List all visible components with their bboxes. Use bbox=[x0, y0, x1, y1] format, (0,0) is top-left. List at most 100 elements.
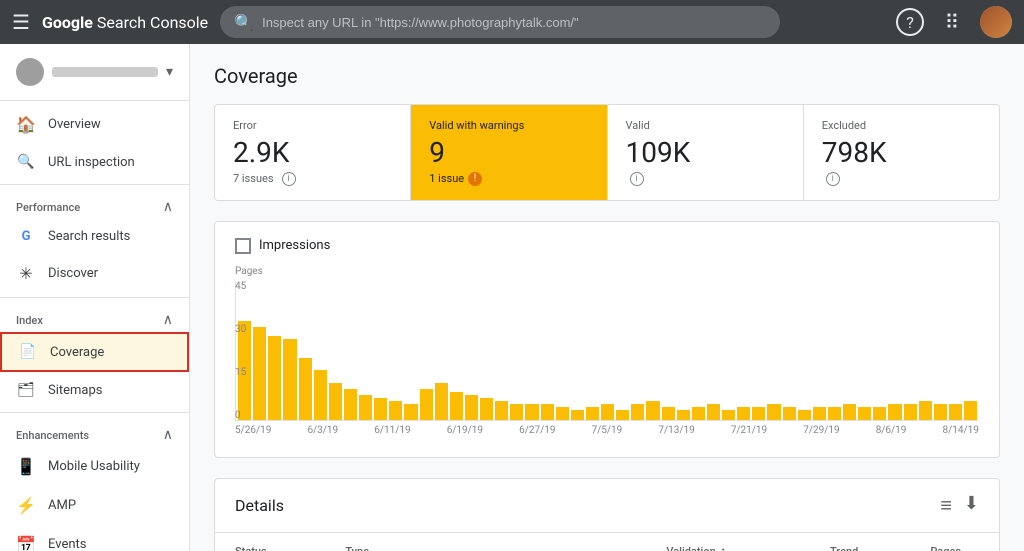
chart-bar[interactable] bbox=[283, 339, 296, 419]
sidebar-item-events[interactable]: 📅 Events bbox=[0, 525, 189, 551]
sidebar-item-amp[interactable]: ⚡ AMP bbox=[0, 486, 189, 525]
chart-bar[interactable] bbox=[601, 404, 614, 419]
chart-bar[interactable] bbox=[450, 392, 463, 420]
chart-bar[interactable] bbox=[389, 401, 402, 420]
stat-card-warnings[interactable]: Valid with warnings 9 1 issue ! bbox=[411, 105, 607, 200]
search-input[interactable] bbox=[262, 15, 766, 30]
chart-y-label: Pages bbox=[235, 266, 979, 277]
chart-bar[interactable] bbox=[783, 407, 796, 419]
chart-bar[interactable] bbox=[299, 358, 312, 420]
chart-bar[interactable] bbox=[631, 404, 644, 419]
chart-bar[interactable] bbox=[404, 404, 417, 419]
stat-card-excluded[interactable]: Excluded 798K i bbox=[804, 105, 999, 200]
logo-text: Google Search Console bbox=[42, 13, 208, 32]
stat-card-error[interactable]: Error 2.9K 7 issues i bbox=[215, 105, 411, 200]
apps-icon[interactable]: ⠿ bbox=[936, 6, 968, 38]
chart-bar[interactable] bbox=[359, 395, 372, 420]
chart-bar[interactable] bbox=[571, 410, 584, 419]
topbar: ☰ Google Search Console 🔍 ? ⠿ bbox=[0, 0, 1024, 44]
chart-bar[interactable] bbox=[828, 407, 841, 419]
sidebar-item-label-coverage: Coverage bbox=[50, 345, 104, 360]
help-icon[interactable]: ? bbox=[896, 8, 924, 36]
chart-bar[interactable] bbox=[268, 336, 281, 419]
chart-bar[interactable] bbox=[480, 398, 493, 420]
chart-bar[interactable] bbox=[329, 383, 342, 420]
chart-bar[interactable] bbox=[344, 389, 357, 420]
chart-y-ticks: 45 30 15 0 bbox=[235, 281, 259, 421]
sidebar-item-search-results[interactable]: G Search results bbox=[0, 219, 189, 254]
stat-sub-error: 7 issues i bbox=[233, 172, 392, 186]
sort-icon[interactable]: ↑ bbox=[720, 543, 727, 551]
url-inspection-icon: 🔍 bbox=[16, 154, 36, 170]
chart-bar[interactable] bbox=[541, 404, 554, 419]
chart-bar[interactable] bbox=[495, 401, 508, 420]
chart-bar[interactable] bbox=[904, 404, 917, 419]
download-icon[interactable]: ⬇ bbox=[964, 493, 979, 518]
chart-bar[interactable] bbox=[767, 404, 780, 419]
chart-bar[interactable] bbox=[556, 407, 569, 419]
chart-bar[interactable] bbox=[798, 410, 811, 419]
index-chevron-icon[interactable]: ∧ bbox=[163, 312, 173, 328]
chart-bar[interactable] bbox=[964, 401, 977, 420]
chart-bar[interactable] bbox=[465, 395, 478, 420]
events-icon: 📅 bbox=[16, 535, 36, 551]
stat-card-valid[interactable]: Valid 109K i bbox=[608, 105, 804, 200]
details-table: Status Type Validation ↑ Trend Pages bbox=[215, 533, 999, 551]
chart-bar[interactable] bbox=[873, 407, 886, 419]
sidebar-divider-3 bbox=[0, 412, 189, 413]
google-g-icon: G bbox=[16, 229, 36, 244]
chart-bar[interactable] bbox=[692, 407, 705, 419]
th-validation: Validation ↑ bbox=[646, 533, 810, 551]
chart-bar[interactable] bbox=[510, 404, 523, 419]
chart-bar[interactable] bbox=[420, 389, 433, 420]
chart-bar[interactable] bbox=[858, 407, 871, 419]
menu-icon[interactable]: ☰ bbox=[12, 10, 30, 34]
chart-bar[interactable] bbox=[314, 370, 327, 419]
chart-bar[interactable] bbox=[752, 407, 765, 419]
account-avatar bbox=[16, 58, 44, 86]
chart-bar[interactable] bbox=[677, 410, 690, 419]
sidebar-item-overview[interactable]: 🏠 Overview bbox=[0, 105, 189, 144]
filter-icon[interactable]: ≡ bbox=[940, 493, 952, 518]
stat-value-error: 2.9K bbox=[233, 136, 392, 170]
chart-bar[interactable] bbox=[949, 404, 962, 419]
chart-bar[interactable] bbox=[586, 407, 599, 419]
impressions-checkbox[interactable] bbox=[235, 238, 251, 254]
avatar[interactable] bbox=[980, 6, 1012, 38]
search-icon: 🔍 bbox=[234, 13, 254, 32]
chart-bar[interactable] bbox=[525, 404, 538, 419]
chart-bar[interactable] bbox=[616, 410, 629, 419]
chart-bar[interactable] bbox=[737, 407, 750, 419]
sidebar-item-discover[interactable]: ✳ Discover bbox=[0, 254, 189, 293]
search-bar[interactable]: 🔍 bbox=[220, 6, 780, 38]
chart-bar[interactable] bbox=[813, 407, 826, 419]
sidebar-item-mobile-usability[interactable]: 📱 Mobile Usability bbox=[0, 447, 189, 486]
mobile-icon: 📱 bbox=[16, 457, 36, 476]
stat-label-valid: Valid bbox=[626, 119, 785, 132]
chart-bar[interactable] bbox=[707, 404, 720, 419]
chart-bar[interactable] bbox=[722, 410, 735, 419]
enhancements-chevron-icon[interactable]: ∧ bbox=[163, 427, 173, 443]
chart-bar[interactable] bbox=[888, 404, 901, 419]
sidebar-section-index: Index ∧ bbox=[0, 302, 189, 332]
chart-bar[interactable] bbox=[435, 383, 448, 420]
account-name bbox=[52, 67, 158, 77]
sidebar-item-url-inspection[interactable]: 🔍 URL inspection bbox=[0, 144, 189, 180]
account-dropdown-icon[interactable]: ▾ bbox=[166, 64, 173, 80]
sidebar-divider-1 bbox=[0, 184, 189, 185]
performance-chevron-icon[interactable]: ∧ bbox=[163, 199, 173, 215]
sidebar-item-sitemaps[interactable]: 🗂 Sitemaps bbox=[0, 372, 189, 408]
sidebar-section-performance: Performance ∧ bbox=[0, 189, 189, 219]
chart-bar[interactable] bbox=[919, 401, 932, 420]
sidebar-section-enhancements: Enhancements ∧ bbox=[0, 417, 189, 447]
sidebar-account[interactable]: ▾ bbox=[0, 44, 189, 101]
chart-bar[interactable] bbox=[843, 404, 856, 419]
th-status: Status bbox=[215, 533, 325, 551]
discover-icon: ✳ bbox=[16, 264, 36, 283]
sidebar-item-label-events: Events bbox=[48, 537, 86, 551]
chart-bar[interactable] bbox=[662, 407, 675, 419]
sidebar-item-coverage[interactable]: 📄 Coverage bbox=[0, 332, 189, 372]
chart-bar[interactable] bbox=[374, 398, 387, 420]
chart-bar[interactable] bbox=[934, 404, 947, 419]
chart-bar[interactable] bbox=[646, 401, 659, 420]
